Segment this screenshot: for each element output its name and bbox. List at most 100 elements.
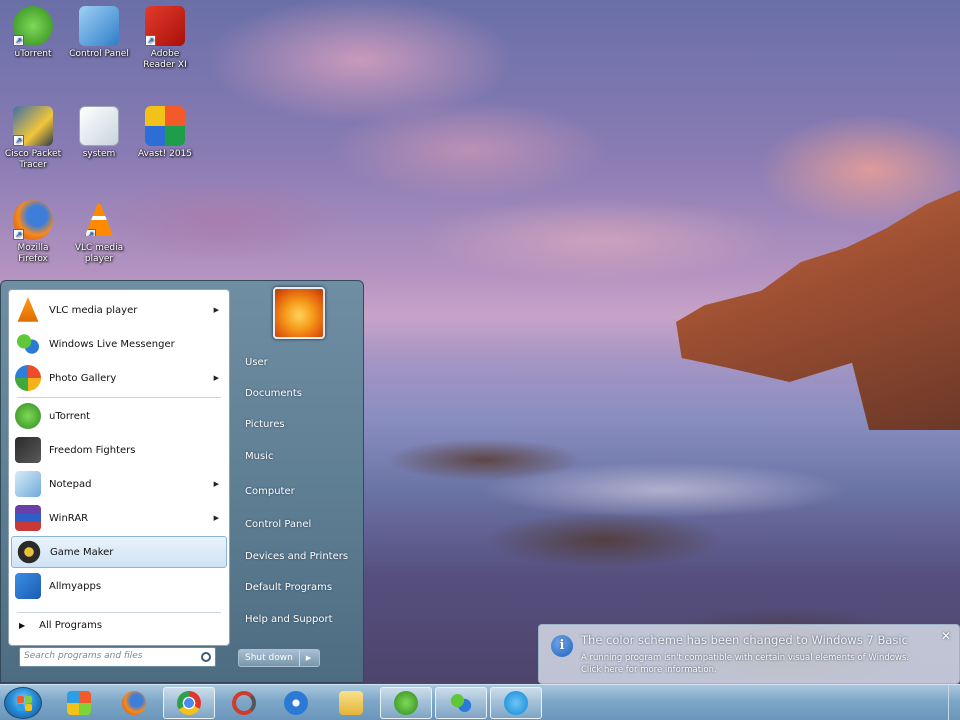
- taskbar-item-chrome[interactable]: [163, 687, 215, 719]
- taskbar-item-skype[interactable]: [490, 687, 542, 719]
- desktop-icon-label: VLC media player: [74, 243, 124, 264]
- system-file-icon: [79, 106, 119, 146]
- program-label: uTorrent: [49, 410, 91, 422]
- submenu-arrow-icon[interactable]: ▶: [214, 374, 219, 382]
- start-button[interactable]: [4, 687, 42, 719]
- menu-divider: [17, 612, 221, 613]
- control-panel-icon: [79, 6, 119, 46]
- desktop-icon-cisco[interactable]: ↗ Cisco Packet Tracer: [2, 106, 64, 171]
- all-programs-button[interactable]: ▶ All Programs: [19, 620, 102, 631]
- firefox-icon: [122, 691, 146, 715]
- messenger-icon: [15, 331, 41, 357]
- program-label: Photo Gallery: [49, 372, 117, 384]
- start-link-default-programs[interactable]: Default Programs: [245, 582, 332, 593]
- utorrent-icon: ↗: [13, 6, 53, 46]
- shutdown-label: Shut down: [239, 650, 300, 666]
- start-link-music[interactable]: Music: [245, 451, 273, 462]
- freedom-fighters-icon: [15, 437, 41, 463]
- submenu-arrow-icon[interactable]: ▶: [214, 514, 219, 522]
- app-refresh-icon: [232, 691, 256, 715]
- taskbar-item-thunder[interactable]: [270, 687, 322, 719]
- taskbar-item-firefox[interactable]: [108, 687, 160, 719]
- program-notepad[interactable]: Notepad ▶: [11, 468, 227, 500]
- program-allmyapps[interactable]: Allmyapps: [11, 570, 227, 602]
- taskbar-item-messenger[interactable]: [435, 687, 487, 719]
- utorrent-icon: [394, 691, 418, 715]
- shutdown-button[interactable]: Shut down ▶: [238, 649, 320, 667]
- taskbar: [0, 684, 960, 720]
- submenu-arrow-icon[interactable]: ▶: [214, 306, 219, 314]
- start-link-documents[interactable]: Documents: [245, 388, 302, 399]
- menu-divider: [17, 397, 221, 398]
- desktop-icon-label: Adobe Reader XI: [143, 49, 187, 70]
- notification-balloon[interactable]: i The color scheme has been changed to W…: [538, 624, 960, 684]
- start-link-help-support[interactable]: Help and Support: [245, 614, 333, 625]
- desktop-icon-utorrent[interactable]: ↗ uTorrent: [2, 6, 64, 60]
- desktop-icon-avast[interactable]: Avast! 2015: [134, 106, 196, 160]
- utorrent-icon: [15, 403, 41, 429]
- desktop-icon-label: Control Panel: [69, 49, 129, 59]
- notification-title: The color scheme has been changed to Win…: [581, 633, 908, 647]
- messenger-icon: [449, 691, 473, 715]
- desktop-icon-firefox[interactable]: ↗ Mozilla Firefox: [2, 200, 64, 265]
- program-windows-live-messenger[interactable]: Windows Live Messenger: [11, 328, 227, 360]
- desktop-icon-label: Cisco Packet Tracer: [4, 149, 62, 170]
- vlc-icon: [17, 297, 39, 322]
- program-freedom-fighters[interactable]: Freedom Fighters: [11, 434, 227, 466]
- start-search-input[interactable]: Search programs and files: [19, 647, 216, 667]
- desktop-icon-control-panel[interactable]: Control Panel: [68, 6, 130, 60]
- chrome-icon: [177, 691, 201, 715]
- notification-line1: A running program isn't compatible with …: [581, 653, 910, 663]
- submenu-arrow-icon[interactable]: ▶: [214, 480, 219, 488]
- windows-flag-icon: [17, 696, 24, 703]
- program-label: Windows Live Messenger: [49, 338, 175, 350]
- user-avatar[interactable]: [273, 287, 325, 339]
- program-label: Game Maker: [50, 546, 114, 558]
- notification-line2[interactable]: Click here for more information.: [581, 664, 909, 676]
- start-link-computer[interactable]: Computer: [245, 486, 295, 497]
- start-link-devices-printers[interactable]: Devices and Printers: [245, 551, 348, 562]
- program-vlc[interactable]: VLC media player ▶: [11, 294, 227, 326]
- folder-icon: [339, 691, 363, 715]
- search-icon[interactable]: [201, 652, 211, 662]
- program-label: VLC media player: [49, 304, 138, 316]
- program-photo-gallery[interactable]: Photo Gallery ▶: [11, 362, 227, 394]
- desktop-icon-label: system: [82, 149, 116, 159]
- skype-icon: [504, 691, 528, 715]
- desktop-icon-system[interactable]: system: [68, 106, 130, 160]
- search-placeholder: Search programs and files: [24, 651, 143, 661]
- info-icon: i: [551, 635, 573, 657]
- start-link-control-panel[interactable]: Control Panel: [245, 519, 311, 530]
- game-maker-icon: [16, 539, 42, 565]
- desktop-icon-label: Mozilla Firefox: [17, 243, 49, 264]
- program-label: Freedom Fighters: [49, 444, 136, 456]
- program-winrar[interactable]: WinRAR ▶: [11, 502, 227, 534]
- windows-flag-icon: [17, 704, 24, 711]
- start-link-user[interactable]: User: [245, 357, 268, 368]
- program-label: WinRAR: [49, 512, 89, 524]
- allmyapps-icon: [15, 573, 41, 599]
- winrar-icon: [15, 505, 41, 531]
- arrow-right-icon: ▶: [19, 621, 26, 630]
- taskbar-item-explorer[interactable]: [325, 687, 377, 719]
- cisco-packet-tracer-icon: ↗: [13, 106, 53, 146]
- firefox-icon: ↗: [13, 200, 53, 240]
- notification-body: A running program isn't compatible with …: [581, 652, 909, 676]
- start-menu-programs-pane: VLC media player ▶ Windows Live Messenge…: [8, 289, 230, 646]
- show-desktop-button[interactable]: [948, 685, 960, 720]
- close-icon[interactable]: ✕: [941, 629, 951, 643]
- shutdown-options-arrow-icon[interactable]: ▶: [300, 654, 317, 662]
- windows-flag-icon: [25, 704, 32, 711]
- desktop-icon-adobe-reader[interactable]: ↗ Adobe Reader XI: [134, 6, 196, 71]
- taskbar-item-games-explorer[interactable]: [53, 687, 105, 719]
- taskbar-item-utorrent[interactable]: [380, 687, 432, 719]
- taskbar-item-refresh-app[interactable]: [218, 687, 270, 719]
- desktop-icon-vlc[interactable]: ↗ VLC media player: [68, 200, 130, 265]
- start-link-pictures[interactable]: Pictures: [245, 419, 285, 430]
- avast-icon: [145, 106, 185, 146]
- program-game-maker[interactable]: Game Maker: [11, 536, 227, 568]
- all-programs-label: All Programs: [39, 620, 103, 631]
- notepad-icon: [15, 471, 41, 497]
- program-utorrent[interactable]: uTorrent: [11, 400, 227, 432]
- windows-explorer-game-icon: [67, 691, 91, 715]
